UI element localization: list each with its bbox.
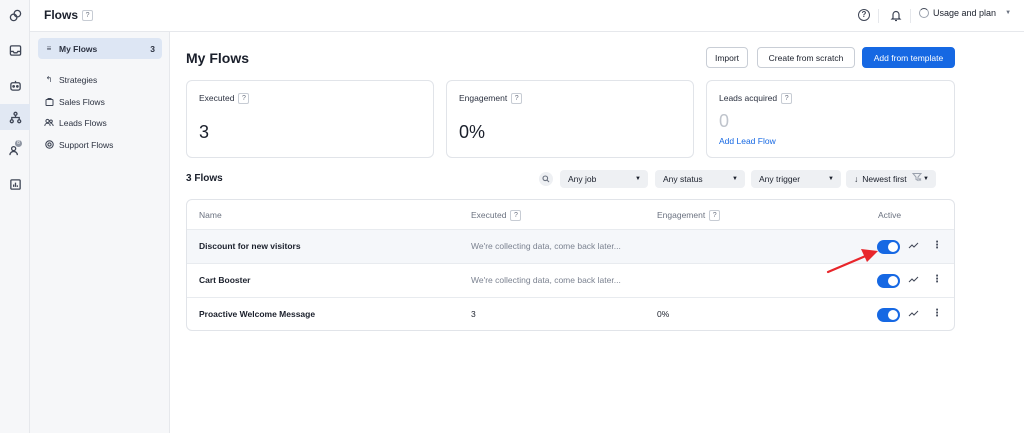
clear-filters-icon[interactable]: [911, 172, 923, 184]
strategy-icon: ↰: [45, 75, 53, 84]
flow-name[interactable]: Proactive Welcome Message: [199, 309, 315, 319]
trigger-filter-value: Any trigger: [759, 174, 801, 184]
flows-table: Name Executed? Engagement? Active Discou…: [186, 199, 955, 331]
job-filter-value: Any job: [568, 174, 597, 184]
flow-name[interactable]: Cart Booster: [199, 275, 250, 285]
table-row[interactable]: Cart Booster We're collecting data, come…: [187, 263, 954, 297]
active-toggle[interactable]: [877, 274, 900, 288]
page-title-text: Flows: [44, 8, 79, 22]
column-header-active: Active: [878, 210, 902, 220]
bot-icon[interactable]: [0, 72, 30, 98]
title-help-icon[interactable]: ?: [82, 10, 94, 22]
trend-chart-icon[interactable]: [908, 275, 919, 286]
flows-icon[interactable]: [0, 104, 30, 130]
status-filter[interactable]: Any status ▼: [655, 170, 745, 188]
search-icon[interactable]: [539, 172, 553, 186]
sidebar-item-count: 3: [150, 43, 155, 54]
trend-chart-icon[interactable]: [908, 241, 919, 252]
executed-value: We're collecting data, come back later..…: [471, 241, 621, 251]
list-icon: ≡: [46, 44, 52, 53]
help-icon[interactable]: ?: [709, 210, 721, 222]
card-value: 0: [719, 111, 730, 131]
analytics-icon[interactable]: [0, 171, 30, 197]
usage-ring-icon: [919, 8, 929, 18]
leads-acquired-card: Leads acquired? 0 Add Lead Flow: [706, 80, 955, 158]
flows-logo-icon[interactable]: [0, 2, 30, 28]
bell-icon[interactable]: [890, 9, 902, 24]
sidebar-item-leads-flows[interactable]: Leads Flows: [38, 112, 162, 133]
chevron-down-icon: ▼: [1005, 10, 1012, 16]
card-label: Executed?: [199, 93, 250, 105]
executed-value: 3: [471, 309, 476, 319]
sidebar-item-label: Strategies: [59, 74, 98, 85]
sort-value: Newest first: [862, 174, 907, 184]
help-icon[interactable]: ?: [238, 93, 250, 105]
sidebar-item-label: Leads Flows: [59, 117, 107, 128]
people-icon: [44, 118, 54, 128]
help-icon[interactable]: ?: [781, 93, 793, 105]
more-options-icon[interactable]: ⋮: [932, 274, 942, 286]
flows-sidebar: ≡ My Flows 3 ↰ Strategies Sales Flows Le…: [30, 32, 170, 433]
engagement-card: Engagement? 0%: [446, 80, 694, 158]
arrow-down-icon: ↓: [854, 174, 859, 184]
more-options-icon[interactable]: ⋮: [932, 240, 942, 252]
create-from-scratch-button[interactable]: Create from scratch: [757, 47, 855, 68]
chevron-down-icon: ▼: [828, 176, 834, 182]
sort-select[interactable]: ↓ Newest first ▼: [846, 170, 936, 188]
divider: [910, 9, 911, 23]
lifebuoy-icon: [44, 140, 54, 150]
divider: [878, 9, 879, 23]
executed-card: Executed? 3: [186, 80, 434, 158]
sidebar-item-label: Support Flows: [59, 139, 114, 150]
bag-icon: [44, 97, 54, 107]
column-header-engagement: Engagement?: [657, 210, 721, 222]
help-icon[interactable]: ?: [858, 9, 870, 21]
sidebar-item-strategies[interactable]: ↰ Strategies: [38, 69, 162, 90]
top-bar: Flows? ? Usage and plan ▼: [30, 0, 1024, 32]
flow-name[interactable]: Discount for new visitors: [199, 241, 301, 251]
job-filter[interactable]: Any job ▼: [560, 170, 648, 188]
card-label: Engagement?: [459, 93, 523, 105]
column-header-executed: Executed?: [471, 210, 522, 222]
help-icon[interactable]: ?: [510, 210, 522, 222]
executed-value: We're collecting data, come back later..…: [471, 275, 621, 285]
add-lead-flow-link[interactable]: Add Lead Flow: [719, 136, 776, 146]
add-from-template-button[interactable]: Add from template: [862, 47, 955, 68]
chevron-down-icon: ▼: [923, 176, 929, 182]
active-toggle[interactable]: [877, 308, 900, 322]
table-row[interactable]: Proactive Welcome Message 3 0% ⋮: [187, 297, 954, 330]
more-options-icon[interactable]: ⋮: [932, 308, 942, 320]
sidebar-item-label: My Flows: [59, 43, 98, 54]
usage-label: Usage and plan: [933, 8, 997, 18]
contacts-badge: 8: [15, 140, 22, 147]
usage-and-plan-menu[interactable]: Usage and plan ▼: [919, 8, 1011, 18]
card-value: 0%: [459, 122, 486, 142]
status-filter-value: Any status: [663, 174, 703, 184]
inbox-icon[interactable]: [0, 37, 30, 63]
card-label: Leads acquired?: [719, 93, 793, 105]
sidebar-item-label: Sales Flows: [59, 96, 105, 107]
main-content: My Flows Import Create from scratch Add …: [170, 32, 1024, 433]
section-title: My Flows: [186, 50, 250, 66]
engagement-value: 0%: [657, 309, 670, 319]
column-header-name: Name: [199, 210, 222, 220]
page-title: Flows?: [44, 8, 94, 22]
flows-count: 3 Flows: [186, 173, 223, 184]
active-toggle[interactable]: [877, 240, 900, 254]
table-row[interactable]: Discount for new visitors We're collecti…: [187, 229, 954, 263]
card-value: 3: [199, 122, 210, 142]
help-icon[interactable]: ?: [511, 93, 523, 105]
sidebar-item-my-flows[interactable]: ≡ My Flows 3: [38, 38, 162, 59]
chevron-down-icon: ▼: [732, 176, 738, 182]
sidebar-item-sales-flows[interactable]: Sales Flows: [38, 91, 162, 112]
trigger-filter[interactable]: Any trigger ▼: [751, 170, 841, 188]
import-button[interactable]: Import: [706, 47, 748, 68]
app-rail: 8: [0, 0, 30, 433]
sidebar-item-support-flows[interactable]: Support Flows: [38, 134, 162, 155]
chevron-down-icon: ▼: [635, 176, 641, 182]
contacts-icon[interactable]: 8: [0, 137, 30, 163]
trend-chart-icon[interactable]: [908, 309, 919, 320]
